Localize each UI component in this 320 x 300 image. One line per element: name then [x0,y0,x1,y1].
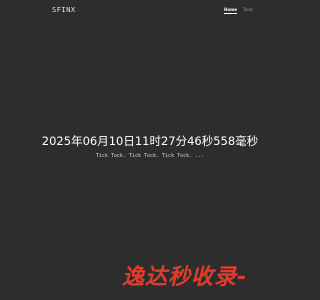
nav-link-home[interactable]: Home [224,7,237,14]
nav-links: Home Tools [224,7,253,14]
hero-section: 2025年06月10日11时27分46秒558毫秒 Tick Tock. Tic… [0,133,300,160]
navbar: SFINX Home Tools [0,0,300,22]
nav-link-tools[interactable]: Tools [243,7,253,14]
tick-tock-subtitle: Tick Tock. Tick Tock. Tick Tock. ... [95,153,205,159]
watermark-logo: 逸达秒收录- [122,265,248,290]
clock-display: 2025年06月10日11时27分46秒558毫秒 [41,134,259,148]
brand-logo-text[interactable]: SFINX [52,6,76,14]
